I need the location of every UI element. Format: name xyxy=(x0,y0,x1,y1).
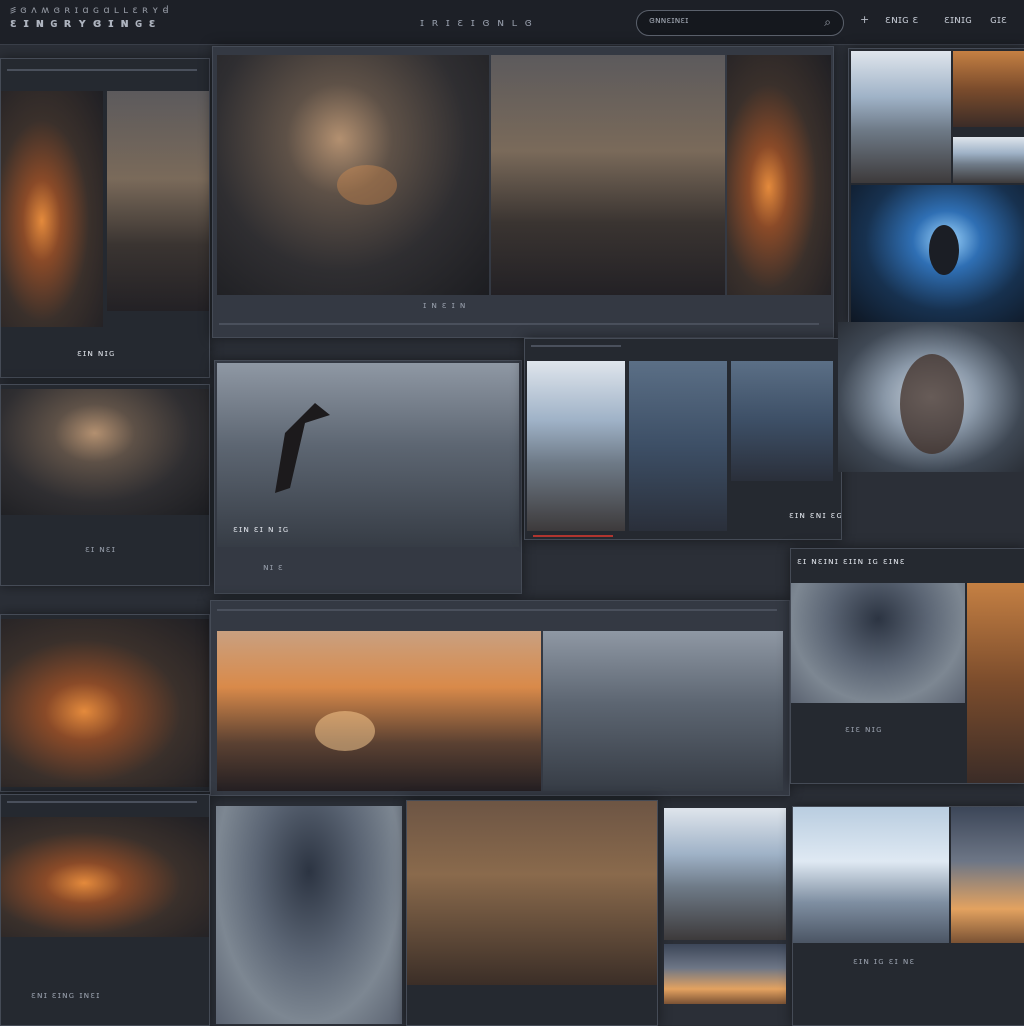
gallery-panel-left-mid[interactable]: ɛɪ ɴɛɪ xyxy=(0,384,210,586)
gallery-thumbnail[interactable] xyxy=(664,808,786,940)
gallery-thumbnail[interactable] xyxy=(664,944,786,1004)
gallery-thumbnail[interactable] xyxy=(953,137,1024,183)
gallery-thumbnail[interactable] xyxy=(217,55,489,295)
gallery-thumbnail[interactable] xyxy=(953,51,1024,127)
strip-caption: ɛɪɴ ɛɴɪ ɛɢ ɛ ɴɪ xyxy=(789,511,842,521)
gallery-panel-strip[interactable]: ɛɪɴ ɛɴɪ ɛɢ ɛ ɴɪ xyxy=(524,338,842,540)
gallery-panel-bottom-right[interactable]: ɛɪɴ ɪɢ ɛɪ ɴɛ xyxy=(792,806,1024,1026)
gallery-thumbnail[interactable] xyxy=(216,806,402,1024)
gallery-thumbnail[interactable] xyxy=(851,185,1024,323)
panel-header-bar xyxy=(217,609,777,611)
filter-button[interactable]: ɛɴɪɢ ɛ xyxy=(885,13,918,26)
gallery-panel-dragon[interactable]: ɛɪɴ ɛɪ ɴ ɪɢ ɴɪ ɛ xyxy=(214,360,522,594)
gallery-thumbnail[interactable] xyxy=(217,363,519,547)
gallery-thumbnail[interactable] xyxy=(1,91,103,327)
glow-mark xyxy=(337,165,397,205)
gallery-panel-bottom-center[interactable] xyxy=(406,800,658,1026)
figure-mark xyxy=(929,225,959,275)
gallery-thumbnail[interactable] xyxy=(838,322,1024,472)
gallery-panel-bottom-left[interactable]: ɛɴɪ ɛɪɴɢ ɪɴɛɪ xyxy=(0,794,210,1026)
brand-title: ꠵ ɞ ᴧ ʍ ɞ ʀ ɪ ɑ ɢ ɑ ʟ ʟ ɛ ʀ ʏ ꟈ xyxy=(10,5,170,16)
gallery-thumbnail[interactable] xyxy=(951,807,1024,943)
gallery-thumbnail[interactable] xyxy=(851,51,951,183)
glow-mark xyxy=(315,711,375,751)
more-button[interactable]: ɢɪɛ xyxy=(990,13,1007,26)
panel-title: ɛɪ ɴɛɪɴɪ ɛɪɪɴ ɪɢ ɛɪɴɛ xyxy=(797,557,906,567)
gallery-thumbnail[interactable] xyxy=(791,583,965,703)
top-bar: ꠵ ɞ ᴧ ʍ ɞ ʀ ɪ ɑ ɢ ɑ ʟ ʟ ɛ ʀ ʏ ꟈ ɛ ɪ ɴ ɢ … xyxy=(0,0,1024,45)
panel-subtitle: ɛɪɛ ɴɪɢ xyxy=(845,725,883,735)
gallery-thumbnail[interactable] xyxy=(727,55,831,295)
gallery-thumbnail[interactable] xyxy=(527,361,625,531)
thumbnail-caption: ɛɴɪ ɛɪɴɢ ɪɴɛɪ xyxy=(31,991,101,1001)
thumbnail-caption: ɛɪɴ ɪɢ ɛɪ ɴɛ xyxy=(853,957,916,967)
gallery-thumbnail[interactable] xyxy=(491,55,725,295)
gallery-thumbnail[interactable] xyxy=(217,631,541,791)
top-nav[interactable]: ɪ ʀ ɪ ɛ ɪ ɞ ɴ ʟ ɞ xyxy=(420,16,534,29)
gallery-thumbnail[interactable] xyxy=(543,631,783,791)
gallery-thumbnail[interactable] xyxy=(1,817,209,937)
dragon-icon xyxy=(275,403,330,493)
thumbnail-caption: ɛɪɴ ɴɪɢ xyxy=(77,349,116,359)
gallery-thumbnail[interactable] xyxy=(1,619,209,787)
portrait-mark xyxy=(900,354,964,454)
gallery-panel-hero[interactable]: ɪ ɴ ɛ ɪ ɴ xyxy=(212,46,834,338)
progress-accent xyxy=(533,535,613,537)
gallery-thumbnail[interactable] xyxy=(731,361,833,481)
panel-header-bar xyxy=(7,801,197,803)
gallery-thumbnail[interactable] xyxy=(629,361,727,531)
thumbnail-caption: ɛɪ ɴɛɪ xyxy=(85,545,116,555)
hero-caption: ɪ ɴ ɛ ɪ ɴ xyxy=(423,301,467,311)
gallery-panel-right-top[interactable] xyxy=(848,48,1024,324)
thumbnail-title: ɛɪɴ ɛɪ ɴ ɪɢ xyxy=(233,525,290,535)
app-logo[interactable]: ꠵ ɞ ᴧ ʍ ɞ ʀ ɪ ɑ ɢ ɑ ʟ ʟ ɛ ʀ ʏ ꟈ ɛ ɪ ɴ ɢ … xyxy=(10,4,210,30)
search-placeholder: ɞɴɴɛɪɴɛɪ xyxy=(649,16,689,26)
brand-subtitle: ɛ ɪ ɴ ɢ ʀ ʏ ɞ ɪ ɴ ɢ ɛ xyxy=(10,16,157,30)
search-icon[interactable]: ⌕ xyxy=(824,15,831,30)
gallery-panel-left-top[interactable]: ɛɪɴ ɴɪɢ xyxy=(0,58,210,378)
add-button[interactable]: + xyxy=(860,13,869,26)
gallery-thumbnail[interactable] xyxy=(967,583,1024,783)
hero-scrollbar[interactable] xyxy=(219,323,819,325)
gallery-panel-right-mid[interactable]: ɛɪ ɴɛɪɴɪ ɛɪɪɴ ɪɢ ɛɪɴɛ ɛɪɛ ɴɪɢ xyxy=(790,548,1024,784)
gallery-thumbnail[interactable] xyxy=(1,389,209,515)
gallery-panel-left-low[interactable] xyxy=(0,614,210,792)
gallery-thumbnail[interactable] xyxy=(107,91,209,311)
gallery-panel-wide[interactable] xyxy=(210,600,790,796)
gallery-thumbnail[interactable] xyxy=(407,801,657,985)
search-input[interactable]: ɞɴɴɛɪɴɛɪ ⌕ xyxy=(636,10,844,36)
panel-header-bar xyxy=(7,69,197,71)
panel-header-bar xyxy=(531,345,621,347)
thumbnail-subtitle: ɴɪ ɛ xyxy=(263,563,284,573)
sort-button[interactable]: ɛɪɴɪɢ xyxy=(944,13,972,26)
gallery-thumbnail[interactable] xyxy=(793,807,949,943)
